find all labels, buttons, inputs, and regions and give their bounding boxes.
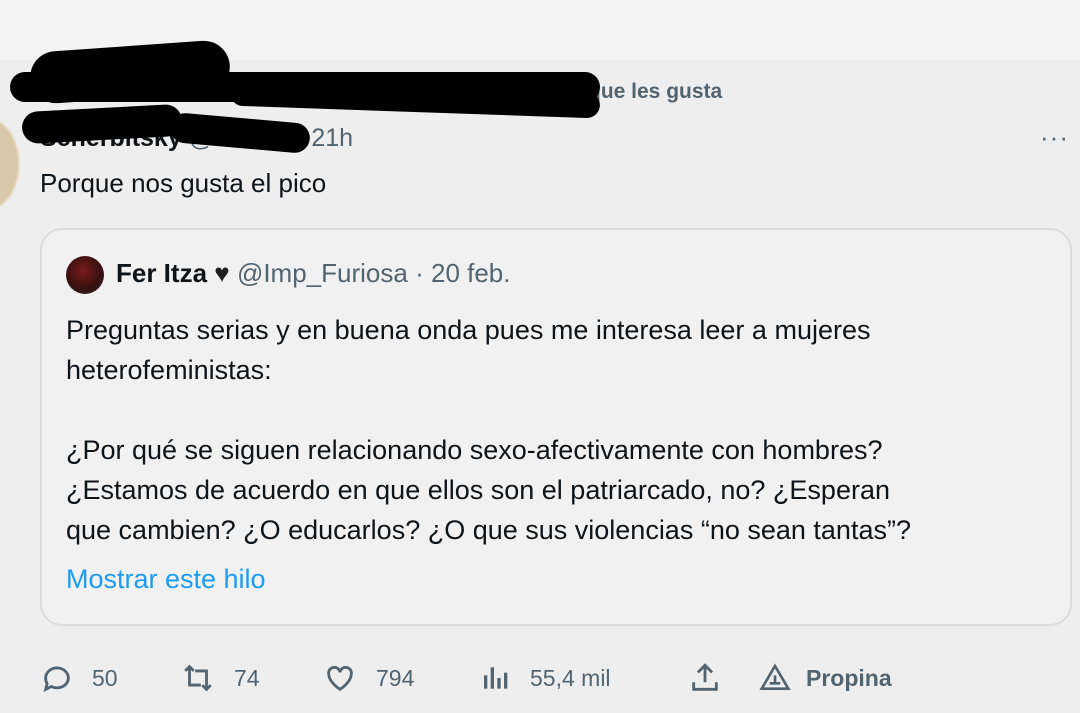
quote-line: Preguntas serias y en buena onda pues me… (66, 315, 871, 345)
timestamp[interactable]: 21h (311, 124, 353, 152)
share-icon (692, 663, 718, 691)
show-thread-link[interactable]: Mostrar este hilo (66, 564, 266, 595)
retweet-icon (184, 664, 212, 692)
views-count: 55,4 mil (530, 664, 611, 691)
retweet-button[interactable]: 74 (180, 656, 260, 700)
tip-label: Propina (806, 664, 892, 691)
black-heart-emoji: ♥ (214, 258, 230, 288)
retweet-count: 74 (234, 664, 260, 691)
like-icon (327, 665, 353, 692)
quote-text: Preguntas serias y en buena onda pues me… (66, 310, 1056, 550)
quote-header: Fer Itza ♥ @Imp_Furiosa · 20 feb. (116, 258, 511, 289)
social-context: que les gusta (588, 80, 723, 103)
tip-button[interactable]: Propina (758, 656, 892, 700)
quote-line: heterofeministas: (66, 355, 272, 385)
share-button[interactable] (688, 656, 740, 700)
quote-line: ¿Estamos de acuerdo en que ellos son el … (66, 475, 890, 505)
views-icon (484, 667, 508, 689)
reply-button[interactable]: 50 (40, 656, 118, 700)
quote-avatar[interactable] (66, 256, 104, 294)
tip-icon (759, 663, 791, 690)
reply-icon (43, 666, 70, 692)
quote-date[interactable]: 20 feb. (431, 258, 511, 288)
views-button[interactable]: 55,4 mil (480, 656, 611, 700)
like-count: 794 (376, 664, 415, 691)
quote-handle[interactable]: @Imp_Furiosa (237, 258, 408, 288)
like-button[interactable]: 794 (322, 656, 414, 700)
reply-count: 50 (92, 664, 118, 691)
action-bar: 50 74 794 55,4 mil Propina (40, 656, 1040, 700)
separator-dot: · (415, 258, 424, 288)
avatar[interactable] (0, 118, 20, 210)
quote-display-name[interactable]: Fer Itza (116, 258, 207, 288)
tweet-text: Porque nos gusta el pico (40, 168, 327, 198)
quote-line: ¿Por qué se siguen relacionando sexo-afe… (66, 435, 883, 465)
quote-line: que cambien? ¿O educarlos? ¿O que sus vi… (66, 515, 911, 545)
more-icon[interactable]: ··· (1040, 124, 1069, 150)
